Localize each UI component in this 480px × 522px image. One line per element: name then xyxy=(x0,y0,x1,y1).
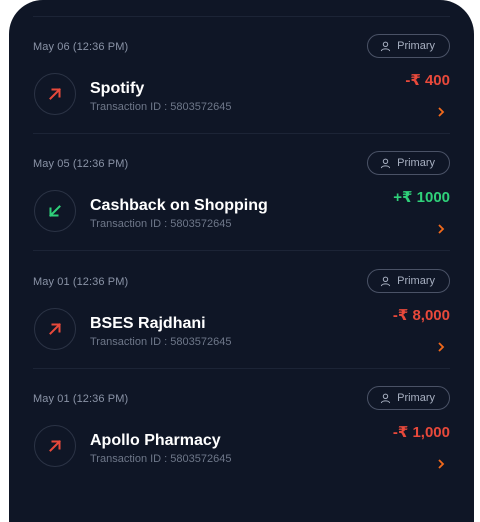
arrow-up-right-icon xyxy=(49,323,61,335)
merchant-name: Spotify xyxy=(90,80,145,97)
transaction-amount: -₹ 8,000 xyxy=(392,307,450,324)
transaction-id: Transaction ID : 5803572645 xyxy=(90,336,232,348)
transaction-id: Transaction ID : 5803572645 xyxy=(90,453,232,465)
transaction-row[interactable]: May 06 (12:36 PM) Primary Spotify Transa… xyxy=(33,17,450,134)
account-badge[interactable]: Primary xyxy=(367,269,450,293)
transaction-date: May 05 (12:36 PM) xyxy=(33,158,129,170)
transaction-row[interactable]: May 01 (12:36 PM) Primary BSES Rajdhani … xyxy=(33,252,450,369)
transactions-panel: May 06 (12:36 PM) Primary Spotify Transa… xyxy=(9,0,474,522)
transaction-row[interactable]: May 05 (12:36 PM) Primary Cashback on Sh… xyxy=(33,134,450,251)
chevron-right-icon[interactable] xyxy=(436,223,446,235)
arrow-down-left-icon xyxy=(49,205,61,217)
arrow-up-right-icon xyxy=(49,88,61,100)
chevron-right-icon[interactable] xyxy=(436,106,446,118)
transaction-amount: -₹ 400 xyxy=(405,72,450,89)
account-badge[interactable]: Primary xyxy=(367,386,450,410)
transaction-date: May 01 (12:36 PM) xyxy=(33,393,129,405)
merchant-name: Apollo Pharmacy xyxy=(90,432,221,449)
user-icon xyxy=(380,276,391,286)
transaction-date: May 01 (12:36 PM) xyxy=(33,276,129,288)
transaction-amount: +₹ 1000 xyxy=(393,189,450,206)
debit-indicator xyxy=(34,425,76,467)
transaction-id: Transaction ID : 5803572645 xyxy=(90,101,232,113)
debit-indicator xyxy=(34,308,76,350)
user-icon xyxy=(380,393,391,403)
account-badge-label: Primary xyxy=(397,392,435,404)
merchant-name: Cashback on Shopping xyxy=(90,197,268,214)
account-badge-label: Primary xyxy=(397,40,435,52)
row-divider xyxy=(33,250,450,251)
transaction-id: Transaction ID : 5803572645 xyxy=(90,218,232,230)
account-badge-label: Primary xyxy=(397,157,435,169)
user-icon xyxy=(380,41,391,51)
debit-indicator xyxy=(34,73,76,115)
account-badge-label: Primary xyxy=(397,275,435,287)
arrow-up-right-icon xyxy=(49,440,61,452)
transaction-row[interactable]: May 01 (12:36 PM) Primary Apollo Pharmac… xyxy=(33,369,450,486)
chevron-right-icon[interactable] xyxy=(436,458,446,470)
transaction-date: May 06 (12:36 PM) xyxy=(33,41,129,53)
account-badge[interactable]: Primary xyxy=(367,151,450,175)
merchant-name: BSES Rajdhani xyxy=(90,315,206,332)
credit-indicator xyxy=(34,190,76,232)
transaction-amount: -₹ 1,000 xyxy=(392,424,450,441)
user-icon xyxy=(380,158,391,168)
chevron-right-icon[interactable] xyxy=(436,341,446,353)
account-badge[interactable]: Primary xyxy=(367,34,450,58)
